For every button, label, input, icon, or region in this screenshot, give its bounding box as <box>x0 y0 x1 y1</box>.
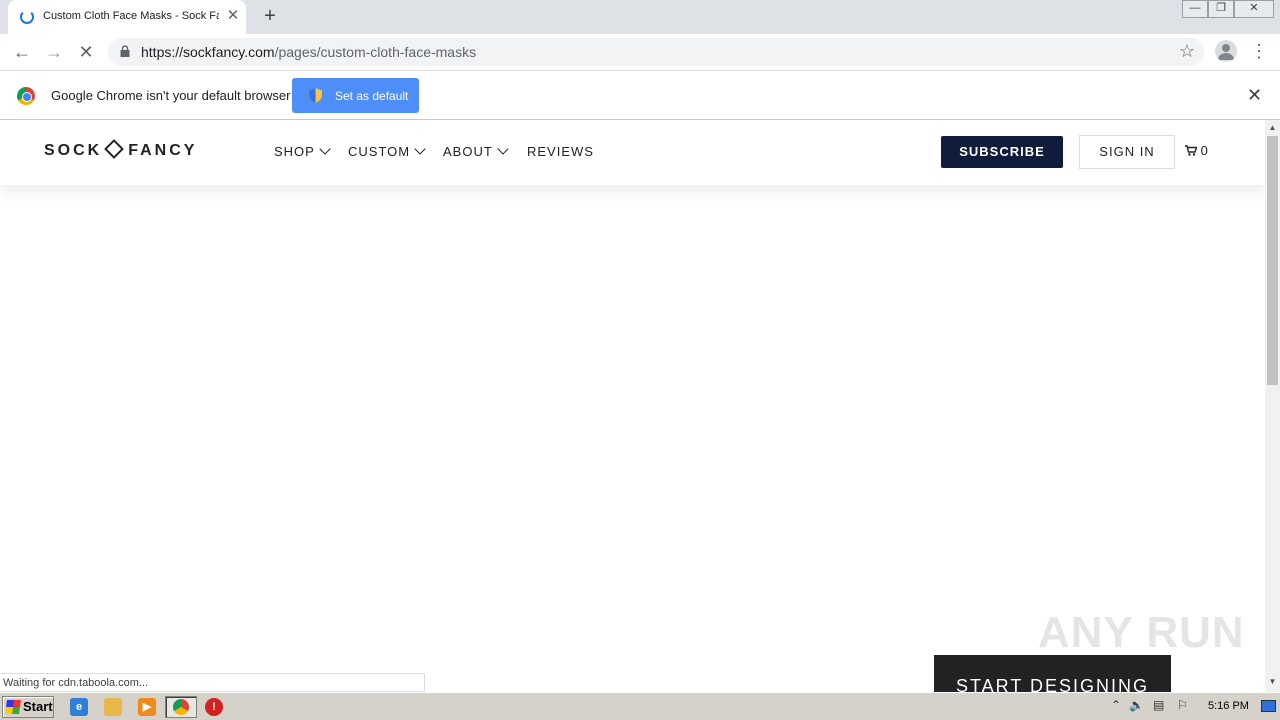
forward-arrow-icon[interactable]: → <box>42 40 66 64</box>
sockfancy-logo[interactable]: SOCK FANCY <box>44 139 198 160</box>
page-scrollbar[interactable]: ▲ ▼ <box>1265 120 1280 692</box>
address-bar[interactable]: https://sockfancy.com/pages/custom-cloth… <box>108 38 1204 66</box>
show-desktop-icon[interactable] <box>1261 700 1276 712</box>
tab-strip: Custom Cloth Face Masks - Sock Fancy ✕ +… <box>0 0 1280 34</box>
site-header: SOCK FANCY SHOP CUSTOM ABOUT REVIEWS SUBS… <box>0 120 1265 185</box>
page-viewport: SOCK FANCY SHOP CUSTOM ABOUT REVIEWS SUBS… <box>0 120 1265 692</box>
shopping-cart-icon <box>1185 145 1197 156</box>
new-tab-button[interactable]: + <box>258 5 282 29</box>
nav-reviews[interactable]: REVIEWS <box>527 144 594 159</box>
network-icon[interactable]: ▤ <box>1153 698 1164 712</box>
start-designing-button[interactable]: START DESIGNING <box>934 655 1171 692</box>
start-label: Start <box>23 699 53 714</box>
tab-title: Custom Cloth Face Masks - Sock Fancy <box>43 10 219 22</box>
nav-custom-label: CUSTOM <box>348 144 411 159</box>
tray-expand-icon[interactable]: ⌃ <box>1111 698 1121 712</box>
media-player-icon[interactable]: ▶ <box>138 698 156 716</box>
tab-close-icon[interactable]: ✕ <box>224 7 242 25</box>
nav-about-label: ABOUT <box>443 144 493 159</box>
taskbar-chrome-window[interactable] <box>165 696 197 718</box>
stop-loading-icon[interactable]: ✕ <box>74 40 98 64</box>
chevron-down-icon <box>414 143 426 155</box>
browser-tab[interactable]: Custom Cloth Face Masks - Sock Fancy ✕ <box>8 0 246 34</box>
infobar-message: Google Chrome isn't your default browser <box>51 88 291 103</box>
cart-button[interactable]: 0 <box>1185 143 1208 158</box>
nav-about[interactable]: ABOUT <box>443 143 509 159</box>
action-center-flag-icon[interactable]: ⚐ <box>1177 698 1188 712</box>
chevron-down-icon <box>497 143 509 155</box>
set-as-default-button[interactable]: Set as default <box>292 78 419 113</box>
browser-toolbar: ← → ✕ https://sockfancy.com/pages/custom… <box>0 34 1280 71</box>
chrome-logo-icon <box>173 699 189 715</box>
windows-taskbar: Start e ▶ ! ⌃ 🔈 ▤ ⚐ 5:16 PM <box>0 692 1280 720</box>
window-close-button[interactable]: ✕ <box>1234 0 1274 18</box>
nav-custom[interactable]: CUSTOM <box>348 143 426 159</box>
file-explorer-icon[interactable] <box>104 698 122 716</box>
minimize-button[interactable]: — <box>1182 0 1208 18</box>
stop-sign-icon[interactable]: ! <box>205 698 223 716</box>
logo-word-sock: SOCK <box>44 142 103 159</box>
profile-avatar-icon[interactable] <box>1215 40 1237 62</box>
default-browser-infobar: Google Chrome isn't your default browser… <box>0 71 1280 120</box>
uac-shield-icon <box>309 88 322 103</box>
restore-button[interactable]: ❐ <box>1208 0 1234 18</box>
internet-explorer-icon[interactable]: e <box>70 698 88 716</box>
chrome-logo-icon <box>17 87 35 105</box>
kebab-menu-icon[interactable]: ⋮ <box>1250 40 1268 64</box>
set-as-default-label: Set as default <box>335 89 409 103</box>
loading-spinner-icon <box>20 10 34 24</box>
nav-shop-label: SHOP <box>274 144 315 159</box>
url-text: https://sockfancy.com/pages/custom-cloth… <box>141 44 476 60</box>
url-host: https://sockfancy.com <box>141 44 275 60</box>
status-bubble: Waiting for cdn.taboola.com... <box>0 673 425 692</box>
bookmark-star-icon[interactable]: ☆ <box>1179 41 1195 62</box>
sign-in-button[interactable]: SIGN IN <box>1079 135 1175 169</box>
scroll-down-arrow-icon[interactable]: ▼ <box>1265 677 1280 686</box>
back-arrow-icon[interactable]: ← <box>10 40 34 64</box>
scrollbar-thumb[interactable] <box>1267 136 1278 385</box>
subscribe-button[interactable]: SUBSCRIBE <box>941 136 1063 168</box>
logo-word-fancy: FANCY <box>128 142 198 159</box>
nav-shop[interactable]: SHOP <box>274 143 331 159</box>
taskbar-clock[interactable]: 5:16 PM <box>1208 700 1249 712</box>
infobar-close-icon[interactable]: ✕ <box>1247 86 1262 104</box>
speaker-icon[interactable]: 🔈 <box>1129 698 1144 712</box>
logo-diamond-icon <box>104 139 125 159</box>
nav-reviews-label: REVIEWS <box>527 144 594 159</box>
chevron-down-icon <box>319 143 331 155</box>
scroll-up-arrow-icon[interactable]: ▲ <box>1265 123 1280 132</box>
cart-count: 0 <box>1200 143 1208 158</box>
url-path: /pages/custom-cloth-face-masks <box>274 44 477 60</box>
start-button[interactable]: Start <box>2 696 54 718</box>
windows-logo-icon <box>5 700 21 714</box>
lock-icon <box>120 45 130 57</box>
system-tray: ⌃ 🔈 ▤ ⚐ <box>1105 696 1197 718</box>
anyrun-watermark: ANY RUN <box>1038 608 1245 657</box>
